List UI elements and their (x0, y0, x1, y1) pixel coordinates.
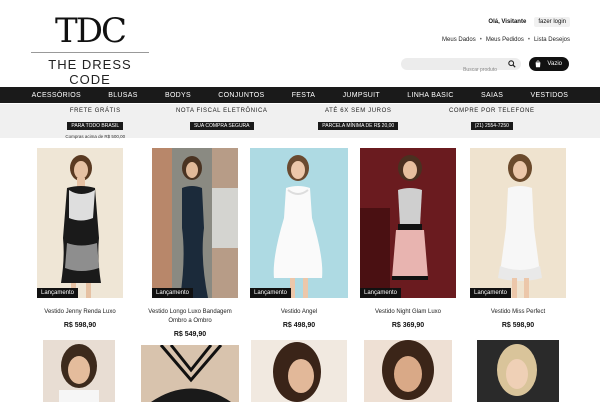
brand-logo[interactable]: TDC THE DRESS CODE (28, 14, 152, 87)
product-name[interactable]: Vestido Night Glam Luxo (360, 308, 456, 317)
product-image[interactable]: Lançamento (152, 148, 238, 298)
login-link[interactable]: fazer login (534, 17, 570, 27)
product-image[interactable]: Lançamento (470, 148, 566, 298)
product-price: R$ 369,90 (391, 322, 425, 329)
model-photo (59, 344, 99, 402)
model-photo (360, 148, 456, 298)
model-photo (382, 340, 434, 400)
search-input[interactable] (401, 64, 501, 76)
model-photo (477, 340, 559, 402)
nav-item-bodys[interactable]: BODYS (165, 92, 191, 99)
product-card[interactable]: Lançamento Vestido Miss Perfect R$ 598,9… (470, 148, 566, 329)
nav-item-linha-basic[interactable]: LINHA BASIC (407, 92, 453, 99)
product-image[interactable] (364, 340, 452, 402)
greeting-text: Olá, Visitante (488, 19, 527, 25)
nav-item-acessorios[interactable]: ACESSÓRIOS (32, 92, 81, 99)
search-bar (401, 58, 521, 76)
info-badge: PARCELA MÍNIMA DE R$ 20,00 (318, 122, 399, 130)
product-card[interactable]: Lançamento Vestido Longo Luxo Bandagem O… (140, 148, 240, 338)
product-name[interactable]: Vestido Longo Luxo Bandagem Ombro a Ombr… (140, 308, 240, 326)
info-title: FRETE GRÁTIS (69, 108, 121, 114)
cart-button[interactable]: Vazio (529, 57, 569, 71)
launch-badge: Lançamento (250, 288, 292, 298)
model-photo (273, 155, 323, 298)
info-installments: ATÉ 6X SEM JUROS PARCELA MÍNIMA DE R$ 20… (318, 104, 399, 138)
info-badge: (21) 2554-7250 (470, 122, 513, 130)
product-image[interactable] (251, 340, 347, 402)
product-image[interactable]: Lançamento (250, 148, 348, 298)
nav-item-blusas[interactable]: BLUSAS (108, 92, 137, 99)
product-image[interactable]: Lançamento (37, 148, 123, 298)
info-badge: PARA TODO BRASIL (67, 122, 124, 130)
model-photo (273, 342, 321, 402)
my-orders-link[interactable]: Meus Pedidos (486, 37, 524, 43)
launch-badge: Lançamento (37, 288, 79, 298)
user-links: Olá, Visitante fazer login (488, 17, 570, 27)
product-image[interactable] (43, 340, 115, 402)
product-card[interactable]: Lançamento Vestido Jenny Renda Luxo R$ 5… (37, 148, 123, 329)
search-icon[interactable] (508, 60, 516, 68)
product-name[interactable]: Vestido Jenny Renda Luxo (37, 308, 123, 317)
nav-item-jumpsuit[interactable]: JUMPSUIT (343, 92, 380, 99)
main-nav: ACESSÓRIOS BLUSAS BODYS CONJUNTOS FESTA … (0, 87, 600, 103)
product-image[interactable] (477, 340, 559, 402)
info-invoice: NOTA FISCAL ELETRÔNICA SUA COMPRA SEGURA (176, 104, 268, 138)
product-price: R$ 598,90 (63, 322, 97, 329)
launch-badge: Lançamento (360, 288, 402, 298)
wishlist-link[interactable]: Lista Desejos (534, 37, 570, 43)
logo-text: THE DRESS CODE (48, 57, 132, 87)
separator: • (479, 37, 482, 43)
cart-icon (535, 60, 541, 68)
info-title: COMPRE POR TELEFONE (448, 108, 535, 114)
product-card[interactable]: Lançamento Vestido Angel R$ 498,90 (250, 148, 348, 329)
account-links: Meus Dados • Meus Pedidos • Lista Desejo… (442, 37, 570, 43)
logo-mark: TDC (55, 11, 127, 51)
info-badge: SUA COMPRA SEGURA (189, 122, 254, 130)
model-photo (141, 345, 239, 402)
nav-item-saias[interactable]: SAIAS (481, 92, 503, 99)
product-price: R$ 549,90 (173, 331, 207, 338)
product-name[interactable]: Vestido Miss Perfect (470, 308, 566, 317)
info-subtext: Compras acima de R$ 500,00 (65, 134, 126, 139)
product-image[interactable] (141, 345, 239, 402)
info-bar: FRETE GRÁTIS PARA TODO BRASIL Compras ac… (0, 104, 600, 139)
model-photo (498, 154, 542, 298)
product-name[interactable]: Vestido Angel (250, 308, 348, 317)
model-photo (152, 148, 238, 298)
info-title: NOTA FISCAL ELETRÔNICA (175, 108, 268, 114)
product-card[interactable]: Lançamento Vestido Night Glam Luxo R$ 36… (360, 148, 456, 329)
product-price: R$ 498,90 (282, 322, 316, 329)
separator: • (527, 37, 530, 43)
model-photo (61, 155, 101, 298)
launch-badge: Lançamento (470, 288, 512, 298)
product-image[interactable]: Lançamento (360, 148, 456, 298)
info-title: ATÉ 6X SEM JUROS (324, 108, 392, 114)
launch-badge: Lançamento (152, 288, 194, 298)
info-free-shipping: FRETE GRÁTIS PARA TODO BRASIL Compras ac… (65, 104, 126, 139)
nav-item-festa[interactable]: FESTA (292, 92, 316, 99)
cart-label: Vazio (547, 61, 562, 67)
product-price: R$ 598,90 (501, 322, 535, 329)
info-phone: COMPRE POR TELEFONE (21) 2554-7250 (449, 104, 535, 138)
nav-item-conjuntos[interactable]: CONJUNTOS (218, 92, 264, 99)
my-data-link[interactable]: Meus Dados (442, 37, 476, 43)
nav-item-vestidos[interactable]: VESTIDOS (530, 92, 568, 99)
logo-divider (31, 52, 149, 53)
